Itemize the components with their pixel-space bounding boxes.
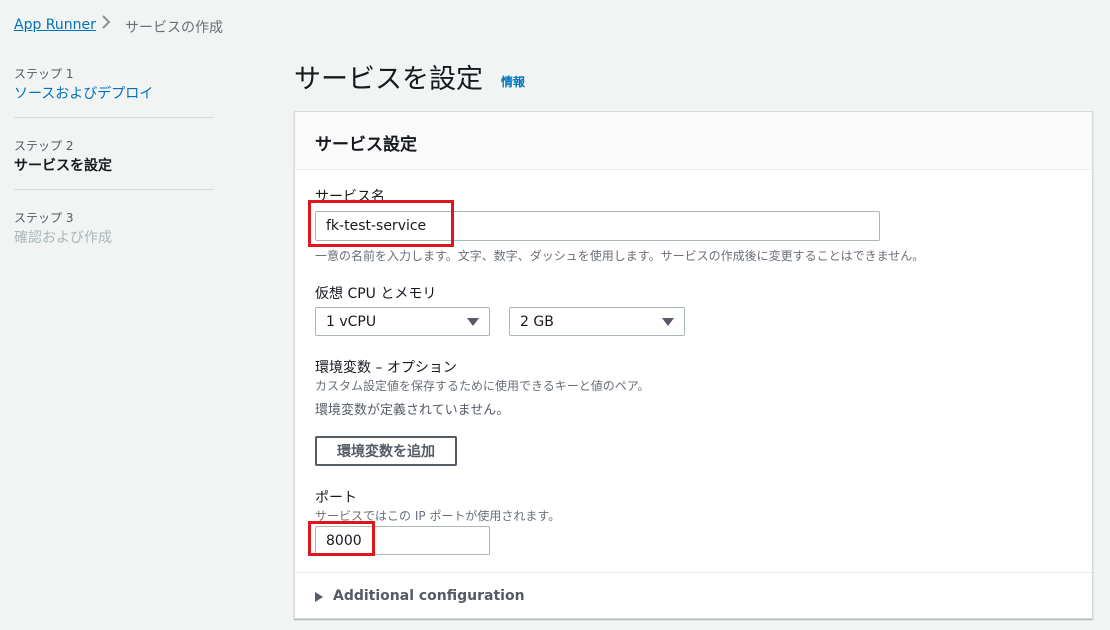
breadcrumb-current: サービスの作成 xyxy=(125,20,223,36)
caret-down-icon xyxy=(662,317,674,326)
panel-title: サービス設定 xyxy=(315,135,417,155)
port-highlight-box xyxy=(308,521,375,556)
step-divider xyxy=(14,189,214,190)
service-name-highlight-box xyxy=(308,200,454,247)
page-title: サービスを設定 xyxy=(294,64,483,95)
vcpu-select[interactable]: 1 vCPU xyxy=(315,307,490,336)
breadcrumb-app-runner-link[interactable]: App Runner xyxy=(14,17,96,33)
vcpu-select-value: 1 vCPU xyxy=(326,313,377,330)
step-3-title: 確認および作成 xyxy=(14,230,112,246)
panel-header: サービス設定 xyxy=(295,112,1092,170)
info-link[interactable]: 情報 xyxy=(501,73,525,90)
vcpu-memory-label: 仮想 CPU とメモリ xyxy=(315,286,437,302)
memory-select[interactable]: 2 GB xyxy=(509,307,685,336)
step-2-title: サービスを設定 xyxy=(14,158,112,174)
step-1-label: ステップ 1 xyxy=(14,67,74,81)
service-settings-panel: サービス設定 サービス名 fk-test-service 一意の名前を入力します… xyxy=(294,111,1093,619)
env-vars-empty-text: 環境変数が定義されていません。 xyxy=(315,403,510,418)
env-vars-label: 環境変数 – オプション xyxy=(315,360,457,376)
step-divider xyxy=(14,117,214,118)
memory-select-value: 2 GB xyxy=(520,313,554,330)
env-vars-description: カスタム設定値を保存するために使用できるキーと値のペア。 xyxy=(315,379,650,393)
step-1-link[interactable]: ソースおよびデプロイ xyxy=(14,83,153,103)
port-label: ポート xyxy=(315,490,357,506)
step-2-label: ステップ 2 xyxy=(14,139,74,153)
step-3-label: ステップ 3 xyxy=(14,211,74,225)
caret-down-icon xyxy=(467,317,479,326)
additional-configuration-expander[interactable]: Additional configuration xyxy=(295,572,1092,619)
additional-configuration-label: Additional configuration xyxy=(333,588,525,604)
add-env-var-button[interactable]: 環境変数を追加 xyxy=(315,436,457,466)
caret-right-icon xyxy=(315,592,323,602)
chevron-right-icon xyxy=(101,14,111,34)
service-name-description: 一意の名前を入力します。文字、数字、ダッシュを使用します。サービスの作成後に変更… xyxy=(315,249,925,263)
